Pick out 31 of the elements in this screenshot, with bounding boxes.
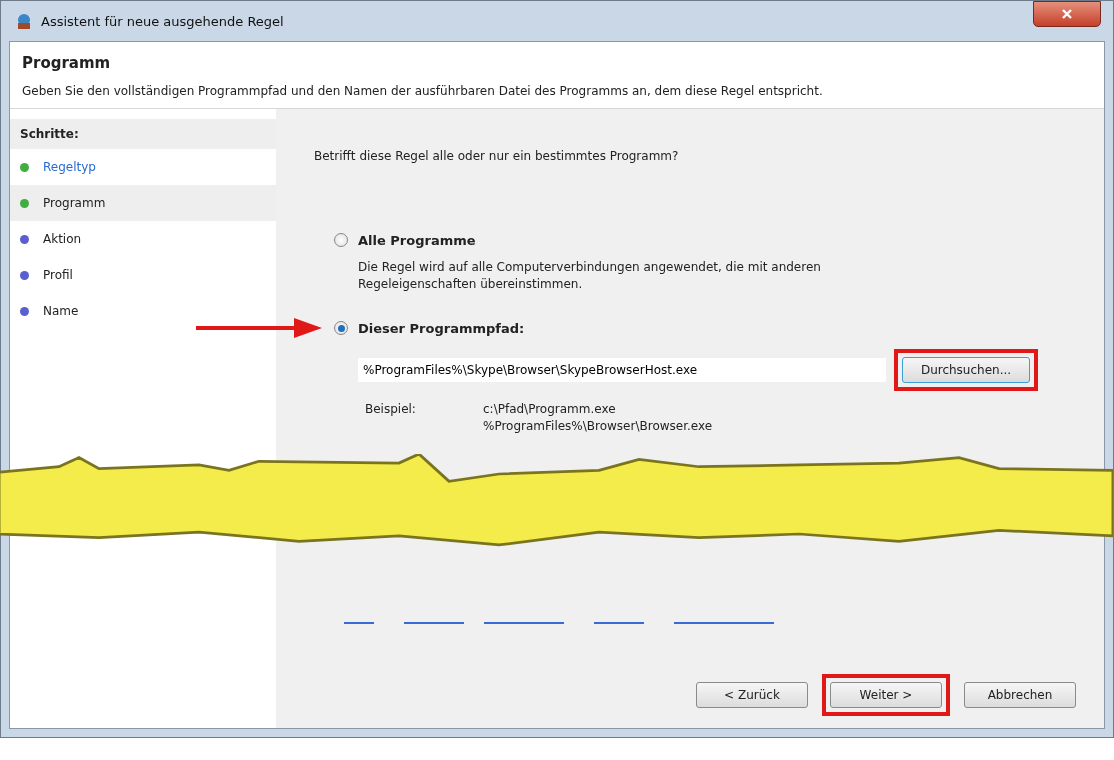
step-label: Aktion bbox=[43, 232, 82, 246]
window-title: Assistent für neue ausgehende Regel bbox=[41, 13, 284, 29]
close-icon bbox=[1061, 8, 1073, 20]
step-item[interactable]: Name bbox=[10, 293, 276, 329]
step-label: Regeltyp bbox=[43, 160, 96, 174]
step-item[interactable]: Programm bbox=[10, 185, 276, 221]
firewall-globe-icon bbox=[15, 12, 33, 30]
page-title: Programm bbox=[22, 54, 112, 72]
step-item[interactable]: Profil bbox=[10, 257, 276, 293]
radio-label: Alle Programme bbox=[358, 232, 476, 248]
steps-heading: Schritte: bbox=[10, 119, 276, 149]
step-label: Programm bbox=[43, 196, 106, 210]
step-item[interactable]: Aktion bbox=[10, 221, 276, 257]
step-label: Profil bbox=[43, 268, 73, 282]
browse-button[interactable]: Durchsuchen... bbox=[902, 357, 1030, 383]
example-label: Beispiel: bbox=[365, 401, 417, 418]
step-label: Name bbox=[43, 304, 79, 318]
radio-button[interactable] bbox=[334, 233, 348, 247]
wizard-button[interactable]: Abbrechen bbox=[964, 682, 1076, 708]
example-path: %ProgramFiles%\Browser\Browser.exe bbox=[483, 418, 713, 435]
radio-button[interactable] bbox=[334, 321, 348, 335]
path-input-field[interactable]: %ProgramFiles%\Skype\Browser\SkypeBrowserHost.exe bbox=[358, 358, 886, 382]
wizard-button[interactable]: < Zurück bbox=[696, 682, 808, 708]
step-item[interactable]: Regeltyp bbox=[10, 149, 276, 185]
close-button[interactable] bbox=[1033, 1, 1101, 27]
page-description: Geben Sie den vollständigen Programmpfad und den Namen der ausführbaren Datei des Programms an, dem diese Regel entspricht. bbox=[22, 84, 824, 98]
example-path: c:\Pfad\Programm.exe bbox=[483, 401, 617, 418]
question-text: Betrifft diese Regel alle oder nur ein bestimmtes Programm? bbox=[314, 149, 680, 163]
option-description: Die Regel wird auf alle Computerverbindungen angewendet, die mit anderen Regeleigenschaften übereinstimmen. bbox=[358, 259, 822, 293]
radio-label: Dieser Programmpfad: bbox=[358, 320, 525, 336]
wizard-button[interactable]: Weiter > bbox=[830, 682, 942, 708]
